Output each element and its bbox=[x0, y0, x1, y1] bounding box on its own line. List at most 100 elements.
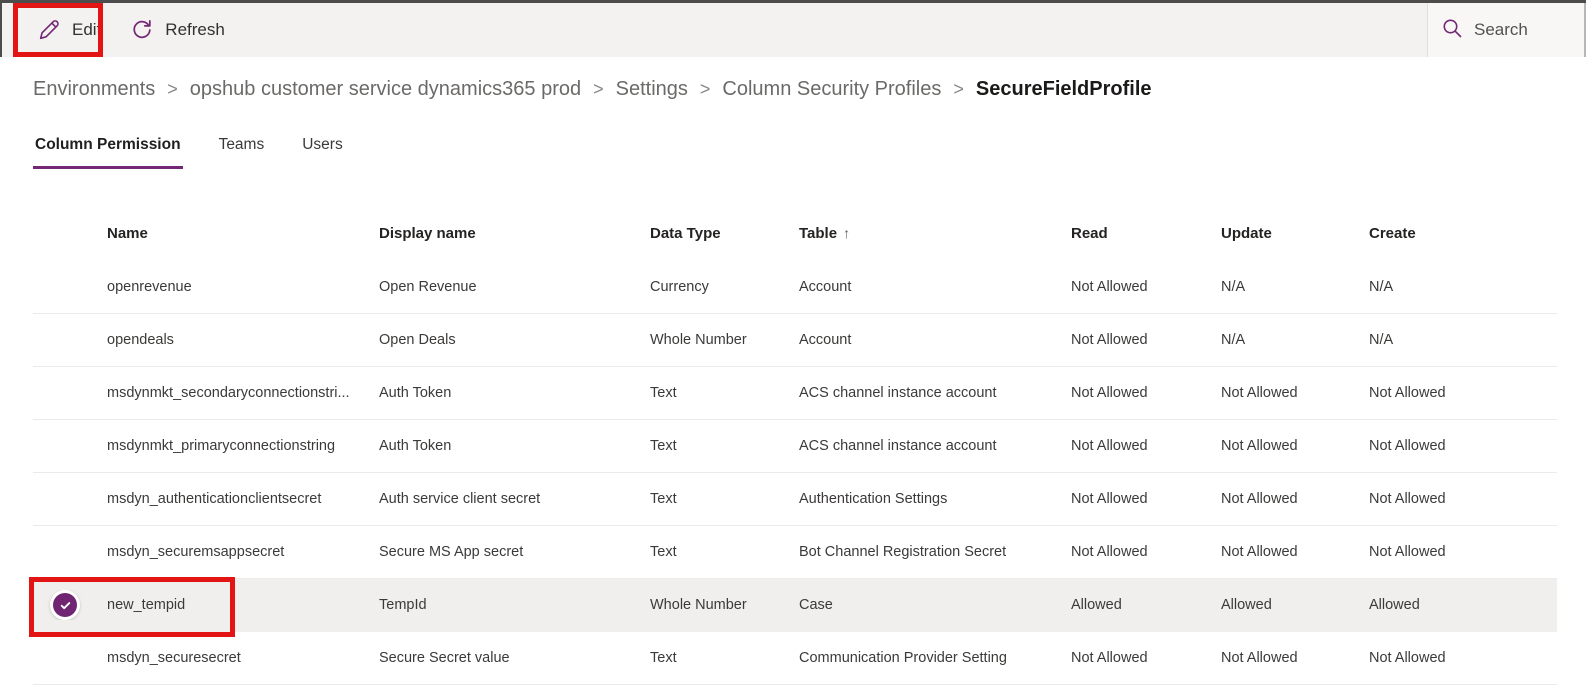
header-create[interactable]: Create bbox=[1369, 225, 1557, 242]
cell-display-name: Auth Token bbox=[379, 438, 650, 454]
cell-table: ACS channel instance account bbox=[799, 438, 1071, 454]
cell-create: Not Allowed bbox=[1369, 650, 1557, 666]
cell-read: Not Allowed bbox=[1071, 385, 1221, 401]
checkmark-icon bbox=[53, 593, 77, 617]
cell-read: Not Allowed bbox=[1071, 438, 1221, 454]
chevron-right-icon: > bbox=[953, 79, 964, 100]
cell-table: Authentication Settings bbox=[799, 491, 1071, 507]
table-row[interactable]: msdyn_authenticationclientsecret Auth se… bbox=[33, 473, 1557, 526]
cell-read: Not Allowed bbox=[1071, 650, 1221, 666]
cell-create: Not Allowed bbox=[1369, 438, 1557, 454]
cell-create: Not Allowed bbox=[1369, 385, 1557, 401]
cell-table: Case bbox=[799, 597, 1071, 613]
cell-display-name: TempId bbox=[379, 597, 650, 613]
table-row-selected[interactable]: new_tempid TempId Whole Number Case Allo… bbox=[33, 579, 1557, 632]
table-header-row: Name Display name Data Type Table↑ Read … bbox=[33, 205, 1557, 261]
cell-create: Not Allowed bbox=[1369, 544, 1557, 560]
cell-update: Not Allowed bbox=[1221, 544, 1369, 560]
cell-table: Account bbox=[799, 332, 1071, 348]
cell-update: Not Allowed bbox=[1221, 385, 1369, 401]
refresh-icon bbox=[129, 17, 155, 43]
cell-table: Bot Channel Registration Secret bbox=[799, 544, 1071, 560]
cell-read: Not Allowed bbox=[1071, 491, 1221, 507]
cell-display-name: Auth Token bbox=[379, 385, 650, 401]
cell-name: openrevenue bbox=[107, 279, 379, 295]
cell-display-name: Secure Secret value bbox=[379, 650, 650, 666]
cell-name: msdyn_securemsappsecret bbox=[107, 544, 379, 560]
cell-data-type: Text bbox=[650, 544, 799, 560]
cell-create: N/A bbox=[1369, 332, 1557, 348]
cell-read: Not Allowed bbox=[1071, 332, 1221, 348]
cell-data-type: Whole Number bbox=[650, 332, 799, 348]
row-selected-checkbox[interactable] bbox=[50, 590, 80, 620]
search-label: Search bbox=[1474, 20, 1528, 40]
cell-data-type: Currency bbox=[650, 279, 799, 295]
breadcrumb-settings[interactable]: Settings bbox=[616, 78, 688, 101]
cell-data-type: Text bbox=[650, 438, 799, 454]
cell-create: Not Allowed bbox=[1369, 491, 1557, 507]
header-read[interactable]: Read bbox=[1071, 225, 1221, 242]
breadcrumb-column-security-profiles[interactable]: Column Security Profiles bbox=[722, 78, 941, 101]
cell-data-type: Text bbox=[650, 385, 799, 401]
cell-data-type: Whole Number bbox=[650, 597, 799, 613]
cell-name: msdynmkt_primaryconnectionstring bbox=[107, 438, 379, 454]
pencil-icon bbox=[36, 17, 62, 43]
column-permission-table: Name Display name Data Type Table↑ Read … bbox=[33, 205, 1557, 685]
cell-data-type: Text bbox=[650, 491, 799, 507]
table-row[interactable]: msdyn_securesecret Secure Secret value T… bbox=[33, 632, 1557, 685]
cell-display-name: Secure MS App secret bbox=[379, 544, 650, 560]
edit-button[interactable]: Edit bbox=[22, 3, 115, 57]
table-row[interactable]: msdyn_securemsappsecret Secure MS App se… bbox=[33, 526, 1557, 579]
table-row[interactable]: openrevenue Open Revenue Currency Accoun… bbox=[33, 261, 1557, 314]
refresh-button[interactable]: Refresh bbox=[115, 3, 239, 57]
table-row[interactable]: opendeals Open Deals Whole Number Accoun… bbox=[33, 314, 1557, 367]
cell-name: opendeals bbox=[107, 332, 379, 348]
tab-users[interactable]: Users bbox=[300, 130, 344, 169]
cell-update: Not Allowed bbox=[1221, 438, 1369, 454]
table-row[interactable]: msdynmkt_primaryconnectionstring Auth To… bbox=[33, 420, 1557, 473]
table-row[interactable]: msdynmkt_secondaryconnectionstri... Auth… bbox=[33, 367, 1557, 420]
refresh-button-label: Refresh bbox=[165, 20, 225, 40]
cell-table: Account bbox=[799, 279, 1071, 295]
cell-update: N/A bbox=[1221, 279, 1369, 295]
cell-display-name: Auth service client secret bbox=[379, 491, 650, 507]
search-button[interactable]: Search bbox=[1427, 3, 1586, 57]
cell-update: N/A bbox=[1221, 332, 1369, 348]
tab-teams[interactable]: Teams bbox=[217, 130, 267, 169]
header-name[interactable]: Name bbox=[107, 225, 379, 242]
cell-create: Allowed bbox=[1369, 597, 1557, 613]
header-update[interactable]: Update bbox=[1221, 225, 1369, 242]
cell-name: new_tempid bbox=[107, 597, 379, 613]
sort-ascending-icon: ↑ bbox=[843, 225, 850, 241]
cell-display-name: Open Revenue bbox=[379, 279, 650, 295]
tab-column-permission[interactable]: Column Permission bbox=[33, 130, 183, 169]
tab-bar: Column Permission Teams Users bbox=[33, 130, 345, 169]
chevron-right-icon: > bbox=[700, 79, 711, 100]
cell-read: Not Allowed bbox=[1071, 544, 1221, 560]
search-icon bbox=[1440, 16, 1464, 45]
cell-update: Not Allowed bbox=[1221, 650, 1369, 666]
cell-read: Not Allowed bbox=[1071, 279, 1221, 295]
cell-update: Allowed bbox=[1221, 597, 1369, 613]
edit-button-label: Edit bbox=[72, 20, 101, 40]
breadcrumb-current-page: SecureFieldProfile bbox=[976, 78, 1152, 101]
header-display-name[interactable]: Display name bbox=[379, 225, 650, 242]
cell-display-name: Open Deals bbox=[379, 332, 650, 348]
breadcrumb-environments[interactable]: Environments bbox=[33, 78, 155, 101]
header-table[interactable]: Table↑ bbox=[799, 225, 1071, 242]
cell-table: ACS channel instance account bbox=[799, 385, 1071, 401]
cell-read: Allowed bbox=[1071, 597, 1221, 613]
cell-data-type: Text bbox=[650, 650, 799, 666]
command-bar: Edit Refresh Search bbox=[0, 0, 1586, 57]
row-select-cell bbox=[33, 590, 107, 620]
cell-table: Communication Provider Setting bbox=[799, 650, 1071, 666]
cell-name: msdyn_securesecret bbox=[107, 650, 379, 666]
cell-name: msdynmkt_secondaryconnectionstri... bbox=[107, 385, 379, 401]
chevron-right-icon: > bbox=[593, 79, 604, 100]
header-data-type[interactable]: Data Type bbox=[650, 225, 799, 242]
breadcrumb: Environments > opshub customer service d… bbox=[33, 78, 1566, 101]
cell-create: N/A bbox=[1369, 279, 1557, 295]
cell-update: Not Allowed bbox=[1221, 491, 1369, 507]
chevron-right-icon: > bbox=[167, 79, 178, 100]
breadcrumb-environment-name[interactable]: opshub customer service dynamics365 prod bbox=[190, 78, 581, 101]
